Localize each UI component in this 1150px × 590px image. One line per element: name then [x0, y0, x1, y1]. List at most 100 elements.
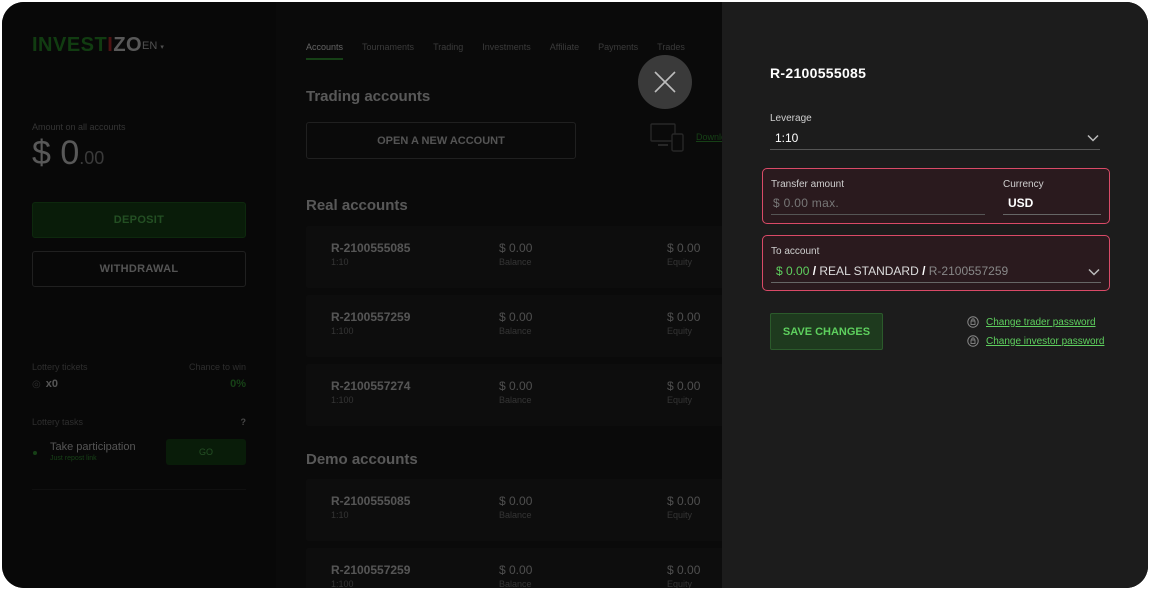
equity-label: Equity: [667, 326, 693, 336]
lottery-tasks-label: Lottery tasks: [32, 417, 84, 427]
account-balance: $ 0.00: [499, 241, 533, 255]
brand-logo[interactable]: INVESTIZO: [32, 34, 142, 57]
total-amount: $ 0.00: [32, 134, 104, 173]
account-leverage: 1:10: [331, 510, 349, 520]
lottery-tasks-header: Lottery tasks ?: [32, 417, 246, 427]
deposit-button[interactable]: DEPOSIT: [32, 202, 246, 238]
to-account-select[interactable]: $ 0.00 / REAL STANDARD / R-2100557259: [776, 264, 1008, 278]
language-label: EN: [142, 40, 158, 52]
close-button[interactable]: [638, 55, 692, 109]
leverage-select[interactable]: 1:10: [775, 131, 798, 145]
chance-value: 0%: [230, 378, 246, 390]
devices-icon: [650, 123, 684, 152]
account-leverage: 1:100: [331, 579, 354, 588]
transfer-amount-underline: [771, 214, 985, 215]
account-card[interactable]: R-2100557259 1:100 $ 0.00 Balance $ 0.00…: [306, 295, 736, 357]
open-account-button[interactable]: OPEN A NEW ACCOUNT: [306, 122, 576, 159]
account-card[interactable]: R-2100555085 1:10 $ 0.00 Balance $ 0.00 …: [306, 479, 736, 541]
balance-label: Balance: [499, 326, 532, 336]
to-account-group: To account $ 0.00 / REAL STANDARD / R-21…: [762, 235, 1110, 291]
currency-value: USD: [1008, 196, 1034, 210]
account-balance: $ 0.00: [499, 379, 533, 393]
change-investor-password-link[interactable]: Change investor password: [986, 336, 1104, 347]
equity-label: Equity: [667, 510, 693, 520]
leverage-label: Leverage: [770, 113, 812, 124]
change-trader-password-link[interactable]: Change trader password: [986, 317, 1096, 328]
balance-label: Balance: [499, 395, 532, 405]
currency-label: Currency: [1003, 179, 1044, 190]
leverage-underline: [770, 149, 1100, 150]
account-equity: $ 0.00: [667, 310, 701, 324]
to-account-label: To account: [771, 246, 820, 257]
account-id: R-2100555085: [331, 494, 411, 508]
account-settings-panel: R-2100555085 Leverage 1:10 Transfer amou…: [722, 2, 1148, 588]
transfer-amount-input[interactable]: $ 0.00 max.: [773, 196, 839, 210]
help-icon[interactable]: ?: [241, 417, 247, 427]
account-card[interactable]: R-2100555085 1:10 $ 0.00 Balance $ 0.00 …: [306, 226, 736, 288]
currency-underline: [1003, 214, 1101, 215]
account-id: R-2100555085: [331, 241, 411, 255]
lottery-tickets-label: Lottery tickets: [32, 362, 88, 372]
sidebar: INVESTIZO EN ▾ Amount on all accounts $ …: [2, 2, 276, 588]
account-card[interactable]: R-2100557259 1:100 $ 0.00 Balance $ 0.00…: [306, 548, 736, 588]
tab-tournaments[interactable]: Tournaments: [362, 42, 414, 60]
eye-icon: ◎: [32, 379, 41, 390]
refresh-lock-icon: [967, 335, 979, 347]
account-balance: $ 0.00: [499, 563, 533, 577]
account-equity: $ 0.00: [667, 241, 701, 255]
chevron-down-icon[interactable]: [1087, 134, 1099, 142]
separator: /: [809, 264, 820, 278]
chance-label: Chance to win: [188, 362, 246, 372]
tickets-value: x0: [45, 378, 58, 390]
account-balance: $ 0.00: [499, 310, 533, 324]
amount-label: Amount on all accounts: [32, 122, 126, 132]
separator: /: [918, 264, 929, 278]
task-go-button[interactable]: GO: [166, 439, 246, 465]
amount-decimal: .00: [79, 148, 105, 168]
close-icon: [654, 71, 676, 93]
tab-payments[interactable]: Payments: [598, 42, 638, 60]
account-card[interactable]: R-2100557274 1:100 $ 0.00 Balance $ 0.00…: [306, 364, 736, 426]
trading-accounts-title: Trading accounts: [306, 88, 431, 105]
tickets-value-wrap: ◎ x0: [32, 378, 58, 390]
logo-part-3: ZO: [113, 34, 143, 56]
save-changes-button[interactable]: SAVE CHANGES: [770, 313, 883, 350]
account-leverage: 1:100: [331, 326, 354, 336]
tab-accounts[interactable]: Accounts: [306, 42, 344, 60]
account-balance: $ 0.00: [499, 494, 533, 508]
real-accounts-title: Real accounts: [306, 197, 408, 214]
panel-title: R-2100555085: [770, 65, 867, 81]
chevron-down-icon[interactable]: [1088, 268, 1100, 276]
logo-part-1: INVEST: [32, 34, 108, 56]
change-investor-password-row: Change investor password: [966, 334, 1104, 348]
chevron-down-icon: ▾: [160, 44, 164, 51]
equity-label: Equity: [667, 579, 693, 588]
lottery-values: ◎ x0 0%: [32, 378, 246, 390]
to-account-plan: REAL STANDARD: [819, 264, 919, 278]
account-equity: $ 0.00: [667, 494, 701, 508]
refresh-lock-icon: [967, 316, 979, 328]
balance-label: Balance: [499, 579, 532, 588]
balance-label: Balance: [499, 510, 532, 520]
account-equity: $ 0.00: [667, 379, 701, 393]
withdraw-button[interactable]: WITHDRAWAL: [32, 251, 246, 287]
lottery-header: Lottery tickets Chance to win: [32, 362, 246, 372]
language-selector[interactable]: EN ▾: [142, 40, 164, 52]
equity-label: Equity: [667, 395, 693, 405]
account-id: R-2100557259: [331, 563, 411, 577]
tab-trading[interactable]: Trading: [433, 42, 463, 60]
account-id: R-2100557274: [331, 379, 411, 393]
task-bullet-icon: [33, 451, 37, 455]
transfer-amount-group: Transfer amount $ 0.00 max. Currency USD: [762, 168, 1110, 224]
tab-affiliate[interactable]: Affiliate: [550, 42, 579, 60]
tab-investments[interactable]: Investments: [482, 42, 531, 60]
amount-integer: $ 0: [32, 134, 80, 172]
to-account-underline: [771, 282, 1101, 283]
account-leverage: 1:100: [331, 395, 354, 405]
account-leverage: 1:10: [331, 257, 349, 267]
sidebar-divider: [32, 489, 246, 490]
to-account-id: R-2100557259: [928, 264, 1009, 278]
change-trader-password-row: Change trader password: [966, 315, 1096, 329]
to-account-amount: $ 0.00: [776, 264, 810, 278]
transfer-amount-label: Transfer amount: [771, 179, 844, 190]
